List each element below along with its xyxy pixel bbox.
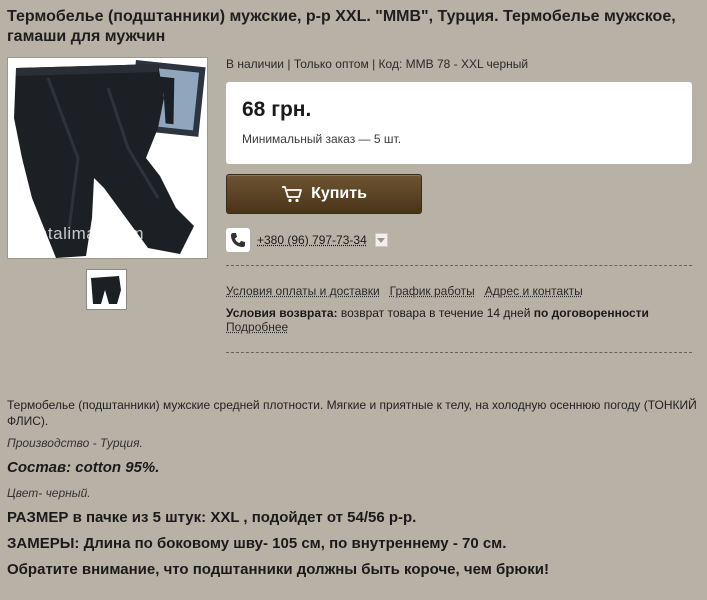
product-description: Термобелье (подштанники) мужские средней… xyxy=(7,397,697,578)
description-composition: Состав: cotton 95%. xyxy=(7,459,160,476)
product-title: Термобелье (подштанники) мужские, р-р XX… xyxy=(7,8,676,45)
return-negotiable: по договоренности xyxy=(533,306,649,320)
schedule-link[interactable]: График работы xyxy=(390,284,475,298)
return-text: возврат товара в течение 14 дней xyxy=(340,306,531,320)
description-intro: Термобелье (подштанники) мужские средней… xyxy=(7,398,697,428)
divider xyxy=(226,352,692,353)
info-links: Условия оплаты и доставки График работы … xyxy=(226,284,583,298)
product-thumbnail[interactable] xyxy=(86,269,127,310)
phone-row: +380 (96) 797-73-34 xyxy=(226,228,388,252)
wholesale-note: Только оптом xyxy=(293,57,369,71)
watermark: natalimax.com xyxy=(28,224,145,243)
separator: | xyxy=(287,57,291,71)
minimum-order: Минимальный заказ — 5 шт. xyxy=(242,132,402,146)
divider xyxy=(226,265,692,266)
phone-icon xyxy=(226,228,250,252)
product-meta: В наличии | Только оптом | Код: MMB 78 -… xyxy=(226,57,528,71)
product-price: 68 грн. xyxy=(242,98,312,121)
price-card: 68 грн. Минимальный заказ — 5 шт. xyxy=(226,82,692,164)
phone-number[interactable]: +380 (96) 797-73-34 xyxy=(257,233,367,247)
separator: | xyxy=(372,57,376,71)
more-link[interactable]: Подробнее xyxy=(226,320,288,334)
cart-icon xyxy=(282,186,302,203)
chevron-down-icon[interactable] xyxy=(374,233,388,247)
return-policy: Условия возврата: возврат товара в течен… xyxy=(226,306,649,320)
thumbnail-image xyxy=(87,270,126,309)
description-notice: Обратите внимание, что подштанники должн… xyxy=(7,561,549,578)
return-label: Условия возврата: xyxy=(226,306,338,320)
buy-button[interactable]: Купить xyxy=(226,174,422,214)
description-measurements: ЗАМЕРЫ: Длина по боковому шву- 105 см, п… xyxy=(7,535,507,552)
description-production: Производство - Турция. xyxy=(7,436,143,450)
address-contacts-link[interactable]: Адрес и контакты xyxy=(485,284,583,298)
buy-button-label: Купить xyxy=(311,185,367,202)
payment-delivery-link[interactable]: Условия оплаты и доставки xyxy=(226,284,380,298)
description-size: РАЗМЕР в пачке из 5 штук: XXL , подойдет… xyxy=(7,509,417,526)
description-color: Цвет- черный. xyxy=(7,486,91,500)
product-code: Код: MMB 78 - XXL черный xyxy=(378,57,529,71)
product-main-image[interactable]: natalimax.com xyxy=(7,57,208,259)
availability-status: В наличии xyxy=(226,57,285,71)
